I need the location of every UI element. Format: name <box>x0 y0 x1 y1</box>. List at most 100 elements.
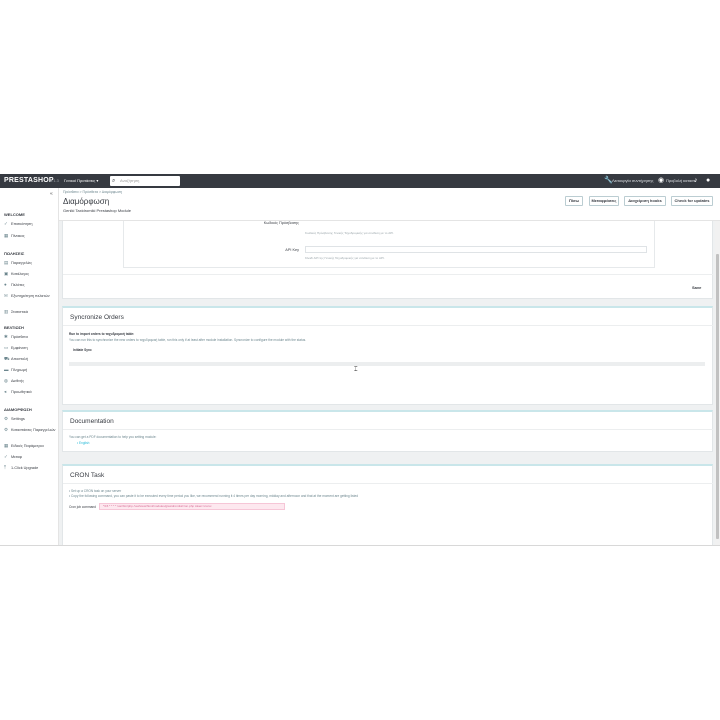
sidebar-item-design[interactable]: ▭ Εμφάνιση <box>4 345 58 351</box>
page-header: Πρόσθετα > Πρόσθετα > Διαμόρφωση Διαμόρφ… <box>59 188 720 221</box>
customer-icon: ● <box>4 282 7 287</box>
sidebar-section-configure: ΔΙΑΜΟΡΦΩΣΗ <box>4 407 32 412</box>
cron-task-panel: CRON Task • Set up a CRON task on your s… <box>62 464 713 545</box>
monitor-icon: ▭ <box>4 345 9 350</box>
screenshot-canvas: PRESTASHOP 8.1.3 Γενικοί Προτάσεις ▾ ⌕ Α… <box>0 0 720 720</box>
save-button[interactable]: Save <box>692 285 701 290</box>
sidebar-item-customers[interactable]: ● Πελάτες <box>4 282 58 288</box>
main-content: Κωδικός Πρόσβασης Κωδικός Πρόσβασης Γενι… <box>62 221 713 545</box>
documentation-english-link[interactable]: • English <box>77 441 89 445</box>
sidebar-item-upgrade[interactable]: ⤒ 1-Click Upgrade <box>4 465 58 471</box>
api-key-label: API Key <box>285 248 299 252</box>
maintenance-link[interactable]: Λειτουργία συντήρησης <box>612 178 653 183</box>
catalog-icon: ▣ <box>4 271 9 276</box>
search-placeholder: Αναζήτηση <box>120 178 140 183</box>
eye-icon: ◉ <box>658 177 665 184</box>
stats-icon: ▥ <box>4 309 9 314</box>
cron-step-2: • Copy the following command, you can pa… <box>69 494 359 498</box>
api-key-input[interactable] <box>305 246 647 253</box>
sidebar-item-customer-service[interactable]: ✉ Εξυπηρέτηση πελατών <box>4 293 58 299</box>
sidebar-item-label: Κατάλογος <box>11 272 30 276</box>
documentation-text: You can get a PDF documentation to help … <box>69 435 157 439</box>
sidebar-item-order-states[interactable]: ⚙ Καταστάσεις Παραγγελιών <box>4 427 58 433</box>
sidebar-item-label: Στατιστικά <box>11 310 28 314</box>
sidebar-item-payment[interactable]: ▬ Πληρωμή <box>4 367 58 373</box>
search-icon: ⌕ <box>112 178 116 184</box>
access-code-label: Κωδικός Πρόσβασης <box>263 221 299 225</box>
version-label: 8.1.3 <box>50 178 59 183</box>
mouse-cursor-icon: ⌶ <box>354 367 358 373</box>
translations-button[interactable]: Μεταφράσεις <box>589 196 619 206</box>
check-icon: ✓ <box>4 454 8 459</box>
prestashop-logo[interactable]: PRESTASHOP <box>4 177 54 184</box>
sidebar-item-settings[interactable]: ⚙ Settings <box>4 416 58 422</box>
sidebar-item-advanced-parameters[interactable]: ▦ Ειδικές Παράμετροι <box>4 443 58 449</box>
initiate-sync-button[interactable]: Initiate Sync <box>73 348 92 352</box>
orders-icon: ▤ <box>4 260 9 265</box>
sidebar-item-label: Παραγγελίες <box>11 261 33 265</box>
search-input[interactable]: ⌕ Αναζήτηση <box>110 176 180 186</box>
sidebar-item-label: Αποστολή <box>11 357 29 361</box>
grid-icon: ▦ <box>4 443 9 448</box>
panel-divider <box>63 325 713 326</box>
sidebar-item-translate[interactable]: ✓ Μεταφ <box>4 454 58 460</box>
upgrade-icon: ⤒ <box>4 465 6 470</box>
api-key-help: Κλειδί API της Γενικής Ταχυδρομικής για … <box>305 256 385 260</box>
sync-description: You can run this to synchronize the new … <box>69 338 307 342</box>
settings-panel: Κωδικός Πρόσβασης Κωδικός Πρόσβασης Γενι… <box>62 221 713 299</box>
sidebar-item-label: Πληρωμή <box>11 368 28 372</box>
sidebar-item-dashboard[interactable]: ▦ Πίνακας <box>4 233 58 239</box>
check-updates-button[interactable]: Check for updates <box>671 196 713 206</box>
sidebar-item-label: Επισκόπηση <box>11 222 33 226</box>
panel-divider <box>63 483 713 484</box>
sidebar-item-label: Settings <box>11 417 25 421</box>
settings-fieldset <box>123 221 655 268</box>
documentation-title: Documentation <box>70 418 114 425</box>
sidebar-item-stats[interactable]: ▥ Στατιστικά <box>4 309 58 315</box>
scrollbar-thumb[interactable] <box>716 254 719 539</box>
sidebar-section-sales: ΠΩΛΗΣΕΙΣ <box>4 251 25 256</box>
top-navbar: PRESTASHOP 8.1.3 Γενικοί Προτάσεις ▾ ⌕ Α… <box>0 174 720 188</box>
sidebar-item-label: Διεθνής <box>11 379 25 383</box>
cron-command-field[interactable]: */15 * * * * /usr/bin/php /var/www/html/… <box>99 503 285 510</box>
sidebar-item-label: Εξυπηρέτηση πελατών <box>11 294 50 298</box>
documentation-panel: Documentation You can get a PDF document… <box>62 410 713 452</box>
cron-task-title: CRON Task <box>70 472 105 479</box>
sidebar-item-shipping[interactable]: ⛟Αποστολή <box>4 356 58 362</box>
sidebar-item-label: Πίνακας <box>11 234 25 238</box>
sync-orders-panel: Syncronize Orders Run to import orders t… <box>62 306 713 405</box>
sidebar-item-label: Εμφάνιση <box>11 346 28 350</box>
sidebar-item-orders[interactable]: ▤ Παραγγελίες <box>4 260 58 266</box>
sidebar-item-label: Καταστάσεις Παραγγελιών <box>11 428 56 432</box>
shop-selector[interactable]: Γενικοί Προτάσεις ▾ <box>64 178 98 183</box>
bell-icon[interactable]: ♪ <box>694 176 698 186</box>
cron-command-label: Cron job command <box>69 505 96 509</box>
panel-divider <box>63 274 713 275</box>
user-icon[interactable]: ● <box>706 176 710 186</box>
sidebar-item-label: 1-Click Upgrade <box>11 466 39 470</box>
sync-progress-bar <box>69 362 705 366</box>
prestashop-admin-window: PRESTASHOP 8.1.3 Γενικοί Προτάσεις ▾ ⌕ Α… <box>0 174 720 546</box>
sidebar-section-welcome: WELCOME <box>4 212 25 217</box>
sidebar-item-catalog[interactable]: ▣ Κατάλογος <box>4 271 58 277</box>
view-store-link[interactable]: Προβολή καταστ. <box>666 178 696 183</box>
gear-icon: ⚙ <box>4 427 9 432</box>
cron-step-1: • Set up a CRON task on your server <box>69 489 122 493</box>
back-button[interactable]: Πίσω <box>565 196 583 206</box>
collapse-sidebar-button[interactable]: « <box>50 191 53 197</box>
sidebar-item-label: Πρόσθετα <box>11 335 28 339</box>
sidebar-item-international[interactable]: ◍ Διεθνής <box>4 378 58 384</box>
chat-icon: ✉ <box>4 293 8 298</box>
check-icon: ✓ <box>4 221 8 226</box>
megaphone-icon: ◂ <box>4 389 7 394</box>
sidebar-item-marketing[interactable]: ◂ Προωθητικά <box>4 389 58 395</box>
breadcrumb[interactable]: Πρόσθετα > Πρόσθετα > Διαμόρφωση <box>63 190 122 194</box>
manage-hooks-button[interactable]: Διαχείριση hooks <box>624 196 666 206</box>
dashboard-icon: ▦ <box>4 233 9 238</box>
sidebar-item-label: Ειδικές Παράμετροι <box>11 444 44 448</box>
sidebar-item-modules[interactable]: ✱ Πρόσθετα <box>4 334 58 340</box>
truck-icon: ⛟ <box>4 356 10 361</box>
card-icon: ▬ <box>4 367 9 372</box>
sidebar-item-label: Προωθητικά <box>11 390 32 394</box>
sidebar-item-overview[interactable]: ✓ Επισκόπηση <box>4 221 58 227</box>
